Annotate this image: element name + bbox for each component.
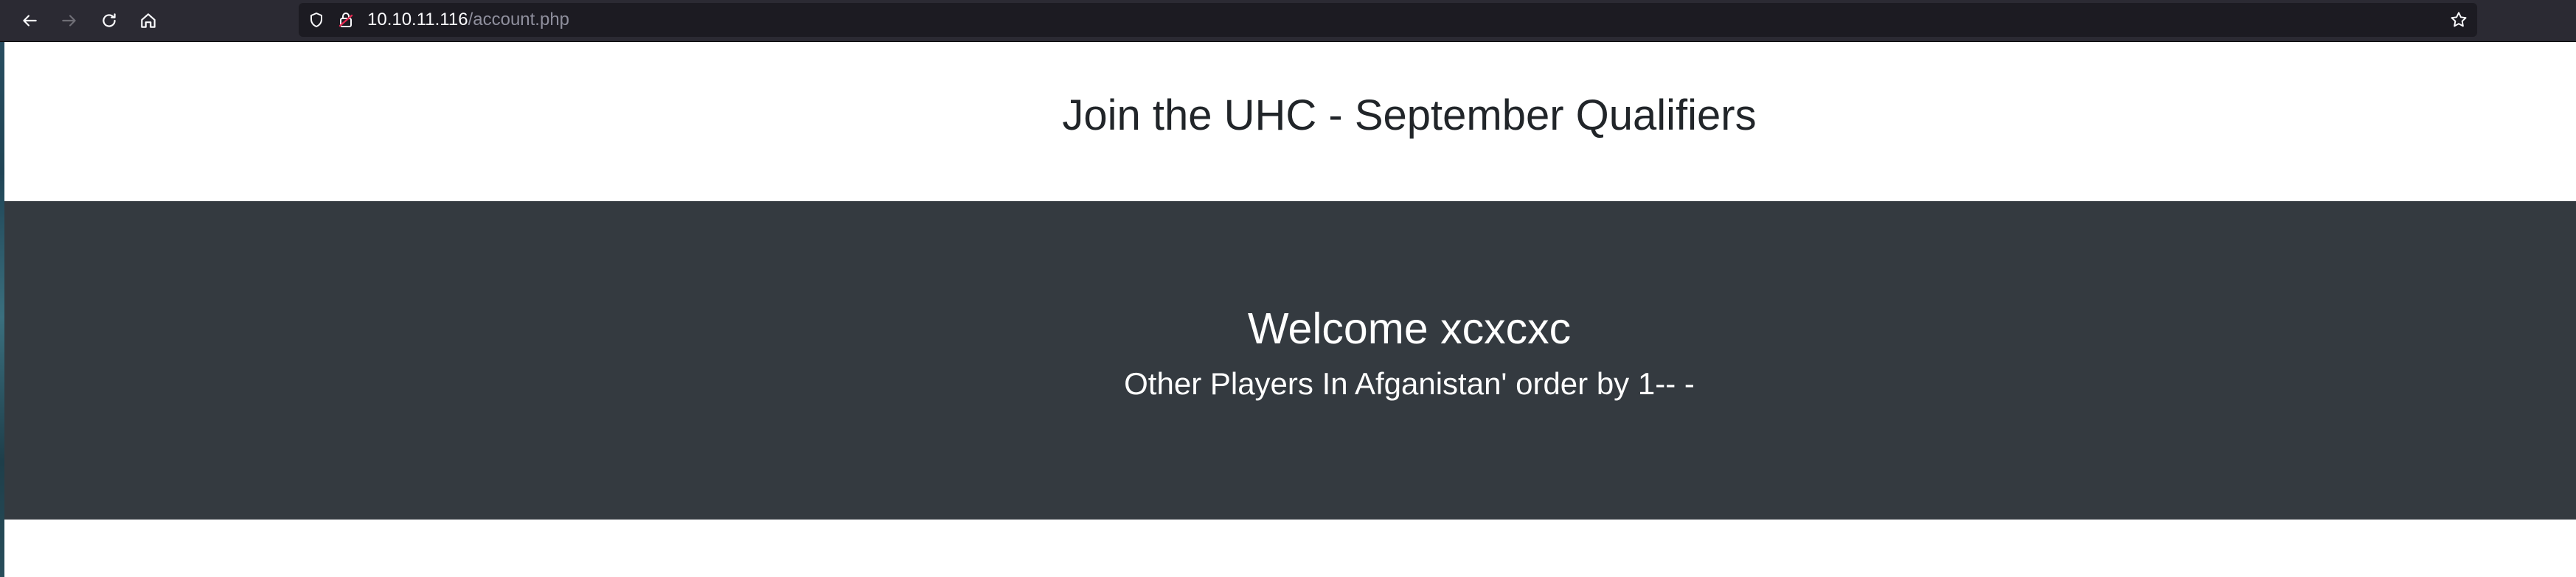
welcome-banner: Welcome xcxcxc Other Players In Afganist… — [4, 201, 2576, 520]
back-arrow-icon — [23, 15, 37, 27]
url-text[interactable]: 10.10.11.116/account.php — [367, 11, 569, 29]
url-path: /account.php — [468, 10, 570, 29]
welcome-heading: Welcome xcxcxc — [1247, 304, 1572, 353]
home-button[interactable] — [132, 4, 164, 37]
home-icon — [141, 13, 156, 28]
forward-button[interactable] — [53, 4, 86, 37]
shield-icon[interactable] — [308, 11, 325, 29]
lock-icon[interactable] — [337, 11, 355, 29]
forward-arrow-icon — [62, 15, 76, 27]
star-icon[interactable] — [2449, 10, 2468, 29]
reload-button[interactable] — [93, 4, 125, 37]
back-button[interactable] — [13, 4, 46, 37]
web-page: Join the UHC - September Qualifiers Welc… — [4, 42, 2576, 577]
players-subheading: Other Players In Afganistan' order by 1-… — [1124, 366, 1695, 401]
browser-toolbar: 10.10.11.116/account.php — [0, 0, 2576, 42]
reload-icon — [103, 13, 116, 27]
page-title: Join the UHC - September Qualifiers — [1062, 91, 1757, 139]
url-host: 10.10.11.116 — [367, 10, 468, 29]
url-bar[interactable]: 10.10.11.116/account.php — [299, 3, 2477, 37]
